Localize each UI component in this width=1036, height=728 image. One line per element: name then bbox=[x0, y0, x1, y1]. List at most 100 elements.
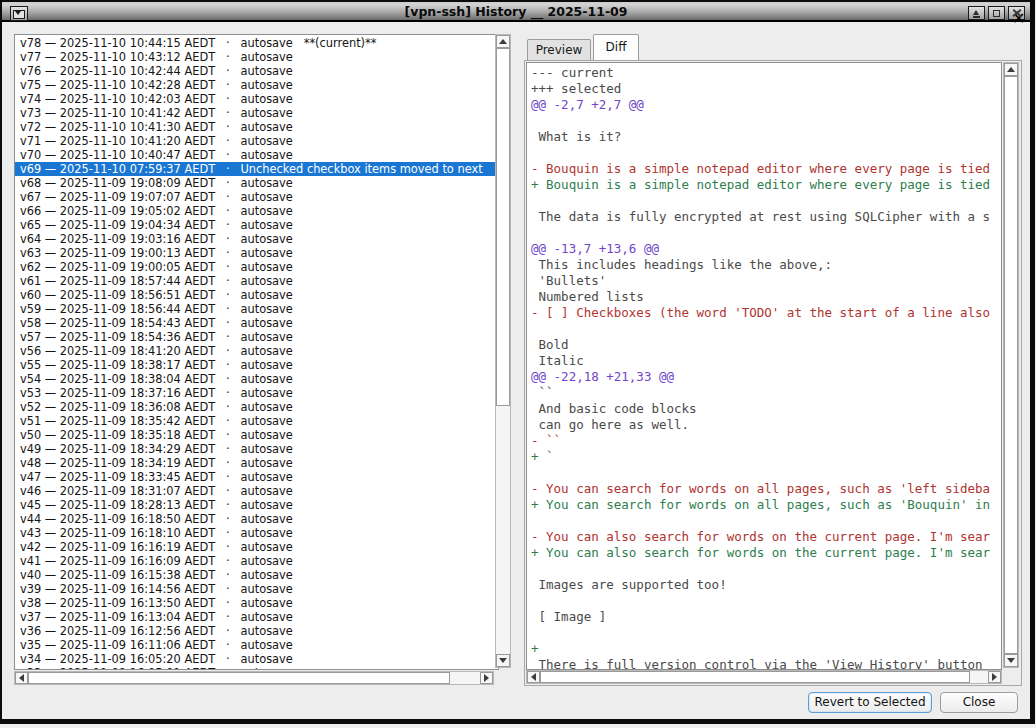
history-row[interactable]: v42 — 2025-11-09 16:16:19 AEDT · autosav… bbox=[15, 540, 498, 554]
history-row[interactable]: v54 — 2025-11-09 18:38:04 AEDT · autosav… bbox=[15, 372, 498, 386]
history-row[interactable]: v62 — 2025-11-09 19:00:05 AEDT · autosav… bbox=[15, 260, 498, 274]
history-row[interactable]: v57 — 2025-11-09 18:54:36 AEDT · autosav… bbox=[15, 330, 498, 344]
tab-preview[interactable]: Preview bbox=[527, 39, 591, 60]
scroll-up-button[interactable] bbox=[1004, 63, 1018, 76]
history-row[interactable]: v66 — 2025-11-09 19:05:02 AEDT · autosav… bbox=[15, 204, 498, 218]
history-row[interactable]: v78 — 2025-11-10 10:44:15 AEDT · autosav… bbox=[15, 36, 498, 50]
diff-line: - You can search for words on all pages,… bbox=[531, 481, 1001, 497]
diff-line: - You can also search for words on the c… bbox=[531, 529, 1001, 545]
diff-line: - `` bbox=[531, 433, 1001, 449]
diff-line bbox=[531, 113, 1001, 129]
history-row[interactable]: v77 — 2025-11-10 10:43:12 AEDT · autosav… bbox=[15, 50, 498, 64]
history-row[interactable]: v74 — 2025-11-10 10:42:03 AEDT · autosav… bbox=[15, 92, 498, 106]
diff-line: --- current bbox=[531, 65, 1001, 81]
diff-line: This includes headings like the above,: bbox=[531, 257, 1001, 273]
diff-line: can go here as well. bbox=[531, 417, 1001, 433]
history-row[interactable]: v34 — 2025-11-09 16:05:20 AEDT · autosav… bbox=[15, 652, 498, 666]
diff-line: +++ selected bbox=[531, 81, 1001, 97]
scroll-right-button[interactable] bbox=[480, 672, 493, 684]
close-button[interactable]: ✕ bbox=[1008, 6, 1025, 20]
scrollbar-thumb[interactable] bbox=[540, 671, 970, 683]
history-row[interactable]: v68 — 2025-11-09 19:08:09 AEDT · autosav… bbox=[15, 176, 498, 190]
history-row[interactable]: v70 — 2025-11-10 10:40:47 AEDT · autosav… bbox=[15, 148, 498, 162]
diff-line: [ Image ] bbox=[531, 609, 1001, 625]
arrow-up-icon bbox=[499, 39, 507, 44]
history-row[interactable]: v36 — 2025-11-09 16:12:56 AEDT · autosav… bbox=[15, 624, 498, 638]
history-row[interactable]: v67 — 2025-11-09 19:07:07 AEDT · autosav… bbox=[15, 190, 498, 204]
history-row[interactable]: v37 — 2025-11-09 16:13:04 AEDT · autosav… bbox=[15, 610, 498, 624]
scrollbar-thumb[interactable] bbox=[496, 48, 510, 406]
diff-line: + You can also search for words on the c… bbox=[531, 545, 1001, 561]
history-row[interactable]: v73 — 2025-11-10 10:41:42 AEDT · autosav… bbox=[15, 106, 498, 120]
history-row[interactable]: v58 — 2025-11-09 18:54:43 AEDT · autosav… bbox=[15, 316, 498, 330]
titlebar: [vpn-ssh] History __ 2025-11-09 ✕ bbox=[2, 2, 1030, 22]
arrow-left-icon bbox=[531, 673, 536, 681]
history-row[interactable]: v49 — 2025-11-09 18:34:29 AEDT · autosav… bbox=[15, 442, 498, 456]
revert-to-selected-button[interactable]: Revert to Selected bbox=[808, 692, 932, 713]
history-row[interactable]: v59 — 2025-11-09 18:56:44 AEDT · autosav… bbox=[15, 302, 498, 316]
history-row[interactable]: v52 — 2025-11-09 18:36:08 AEDT · autosav… bbox=[15, 400, 498, 414]
history-row[interactable]: v41 — 2025-11-09 16:16:09 AEDT · autosav… bbox=[15, 554, 498, 568]
history-row[interactable]: v75 — 2025-11-10 10:42:28 AEDT · autosav… bbox=[15, 78, 498, 92]
scroll-up-button[interactable] bbox=[496, 35, 510, 48]
history-row[interactable]: v65 — 2025-11-09 19:04:34 AEDT · autosav… bbox=[15, 218, 498, 232]
history-row[interactable]: v61 — 2025-11-09 18:57:44 AEDT · autosav… bbox=[15, 274, 498, 288]
diff-line bbox=[531, 625, 1001, 641]
scroll-down-button[interactable] bbox=[496, 654, 510, 667]
scrollbar-thumb[interactable] bbox=[1004, 76, 1018, 654]
history-row[interactable]: v56 — 2025-11-09 18:41:20 AEDT · autosav… bbox=[15, 344, 498, 358]
arrow-down-icon bbox=[1007, 658, 1015, 663]
maximize-icon bbox=[993, 10, 1000, 17]
diff-line bbox=[531, 561, 1001, 577]
history-row[interactable]: v46 — 2025-11-09 18:31:07 AEDT · autosav… bbox=[15, 484, 498, 498]
history-row[interactable]: v48 — 2025-11-09 18:34:19 AEDT · autosav… bbox=[15, 456, 498, 470]
scroll-right-button[interactable] bbox=[988, 671, 1001, 683]
history-row[interactable]: v47 — 2025-11-09 18:33:45 AEDT · autosav… bbox=[15, 470, 498, 484]
diff-view[interactable]: --- current+++ selected@@ -2,7 +2,7 @@ W… bbox=[526, 62, 1002, 670]
diff-line bbox=[531, 145, 1001, 161]
history-row[interactable]: v60 — 2025-11-09 18:56:51 AEDT · autosav… bbox=[15, 288, 498, 302]
history-row[interactable]: v50 — 2025-11-09 18:35:18 AEDT · autosav… bbox=[15, 428, 498, 442]
minimize-button[interactable] bbox=[968, 6, 985, 20]
diff-line: @@ -22,18 +21,33 @@ bbox=[531, 369, 1001, 385]
history-row[interactable]: v72 — 2025-11-10 10:41:30 AEDT · autosav… bbox=[15, 120, 498, 134]
history-row[interactable]: v35 — 2025-11-09 16:11:06 AEDT · autosav… bbox=[15, 638, 498, 652]
diff-line bbox=[531, 513, 1001, 529]
diff-line bbox=[531, 465, 1001, 481]
window-title: [vpn-ssh] History __ 2025-11-09 bbox=[2, 2, 1030, 22]
scroll-left-button[interactable] bbox=[15, 672, 28, 684]
history-row[interactable]: v51 — 2025-11-09 18:35:42 AEDT · autosav… bbox=[15, 414, 498, 428]
diff-line: + You can search for words on all pages,… bbox=[531, 497, 1001, 513]
diff-line: Italic bbox=[531, 353, 1001, 369]
scrollbar-thumb[interactable] bbox=[28, 672, 450, 684]
arrow-right-icon bbox=[992, 673, 997, 681]
history-vertical-scrollbar[interactable] bbox=[495, 34, 511, 668]
history-row[interactable]: v55 — 2025-11-09 18:38:17 AEDT · autosav… bbox=[15, 358, 498, 372]
history-row[interactable]: v44 — 2025-11-09 16:18:50 AEDT · autosav… bbox=[15, 512, 498, 526]
scroll-down-button[interactable] bbox=[1004, 654, 1018, 667]
diff-vertical-scrollbar[interactable] bbox=[1003, 62, 1019, 668]
history-row[interactable]: v43 — 2025-11-09 16:18:10 AEDT · autosav… bbox=[15, 526, 498, 540]
version-history-list[interactable]: v78 — 2025-11-10 10:44:15 AEDT · autosav… bbox=[14, 34, 499, 670]
maximize-button[interactable] bbox=[988, 6, 1005, 20]
history-row[interactable]: v71 — 2025-11-10 10:41:20 AEDT · autosav… bbox=[15, 134, 498, 148]
diff-line: What is it? bbox=[531, 129, 1001, 145]
scroll-left-button[interactable] bbox=[527, 671, 540, 683]
diff-line: 'Bullets' bbox=[531, 273, 1001, 289]
tab-diff[interactable]: Diff bbox=[593, 34, 639, 60]
history-row[interactable]: v45 — 2025-11-09 18:28:13 AEDT · autosav… bbox=[15, 498, 498, 512]
close-dialog-button[interactable]: Close bbox=[940, 692, 1018, 713]
history-row[interactable]: v53 — 2025-11-09 18:37:16 AEDT · autosav… bbox=[15, 386, 498, 400]
history-row[interactable]: v40 — 2025-11-09 16:15:38 AEDT · autosav… bbox=[15, 568, 498, 582]
history-row[interactable]: v69 — 2025-11-10 07:59:37 AEDT · Uncheck… bbox=[15, 162, 498, 176]
history-row[interactable]: v38 — 2025-11-09 16:13:50 AEDT · autosav… bbox=[15, 596, 498, 610]
diff-line bbox=[531, 225, 1001, 241]
history-row[interactable]: v76 — 2025-11-10 10:42:44 AEDT · autosav… bbox=[15, 64, 498, 78]
diff-horizontal-scrollbar[interactable] bbox=[526, 670, 1002, 684]
history-row[interactable]: v64 — 2025-11-09 19:03:16 AEDT · autosav… bbox=[15, 232, 498, 246]
history-row[interactable]: v63 — 2025-11-09 19:00:13 AEDT · autosav… bbox=[15, 246, 498, 260]
history-row[interactable]: v33 — 2025-11-09 16:05:01 AEDT · autosav… bbox=[15, 666, 498, 670]
history-row[interactable]: v39 — 2025-11-09 16:14:56 AEDT · autosav… bbox=[15, 582, 498, 596]
arrow-up-icon bbox=[1007, 67, 1015, 72]
history-horizontal-scrollbar[interactable] bbox=[14, 671, 494, 685]
